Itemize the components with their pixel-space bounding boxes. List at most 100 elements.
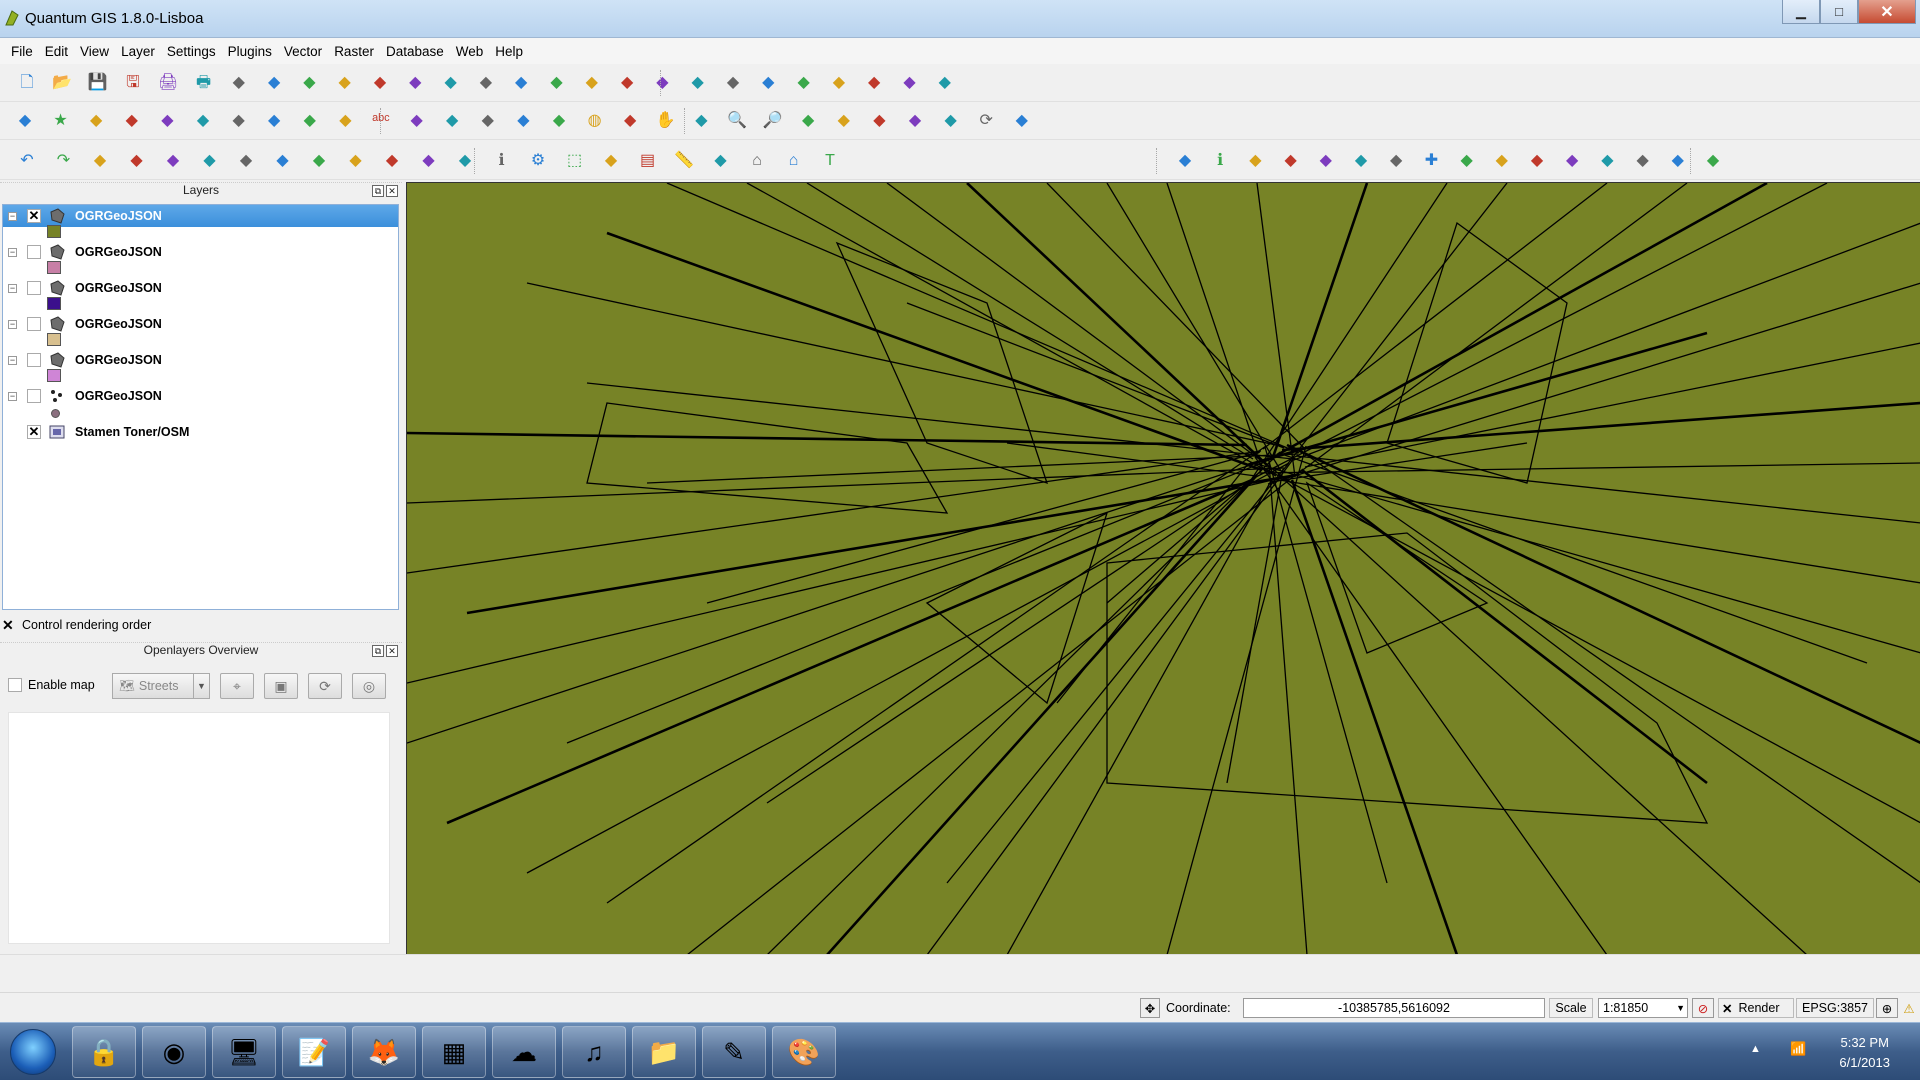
zoom-full-icon[interactable]: ◆ (797, 110, 819, 132)
cut-features-icon[interactable]: ◆ (863, 72, 885, 94)
add-raster-layer-icon[interactable]: ◆ (263, 72, 285, 94)
zoom-last-icon[interactable]: ◆ (904, 110, 926, 132)
collapse-icon[interactable]: − (8, 211, 17, 221)
network-icon[interactable]: 📶 (1790, 1041, 1806, 1057)
add-postgis-layer-icon[interactable]: ◆ (298, 72, 320, 94)
menu-database[interactable]: Database (380, 44, 450, 59)
rotate-label-icon[interactable]: ◆ (406, 110, 428, 132)
menu-raster[interactable]: Raster (328, 44, 380, 59)
add-mssql-layer-icon[interactable]: ◆ (369, 72, 391, 94)
move-label-icon[interactable]: ◆ (441, 110, 463, 132)
stop-render-button[interactable]: ⊘ (1692, 998, 1714, 1018)
remove-layer-icon[interactable]: ◆ (510, 72, 532, 94)
export-icon[interactable]: ◆ (1702, 150, 1724, 172)
layer-symbol-swatch[interactable] (47, 225, 61, 238)
gps-icon[interactable]: ◆ (1280, 150, 1302, 172)
select-icon[interactable]: ⬚ (564, 150, 586, 172)
ol-image-button[interactable]: ▣ (264, 673, 298, 699)
map-canvas[interactable] (406, 182, 1920, 954)
maximize-button[interactable]: □ (1820, 0, 1858, 24)
collapse-icon[interactable]: − (8, 391, 17, 401)
layer-symbol-swatch[interactable] (47, 369, 61, 382)
layer-visibility-checkbox[interactable]: ✕ (27, 425, 41, 439)
add-plugin-icon[interactable]: ✚ (1420, 150, 1442, 172)
menu-vector[interactable]: Vector (278, 44, 328, 59)
pan-icon[interactable]: ✋ (655, 110, 677, 132)
qgis-taskbar-button[interactable]: ✎ (702, 1026, 766, 1078)
digitize2-icon[interactable]: ◆ (156, 110, 178, 132)
start-button[interactable] (10, 1029, 56, 1075)
add-delimited-text-icon[interactable]: ◆ (581, 72, 603, 94)
delete-selected-icon[interactable]: ◆ (828, 72, 850, 94)
layer-symbol-swatch[interactable] (51, 409, 60, 418)
layer-symbol-swatch[interactable] (47, 333, 61, 346)
simplify-icon[interactable]: ◆ (334, 110, 356, 132)
split-parts-icon[interactable]: ◆ (345, 150, 367, 172)
add-oracle-layer-icon[interactable]: ◆ (616, 72, 638, 94)
render-checkbox[interactable]: ✕ (1722, 1001, 1732, 1016)
close-button[interactable]: ✕ (1858, 0, 1916, 24)
render-toggle[interactable]: ✕ Render (1718, 998, 1794, 1018)
paint-taskbar-button[interactable]: 🎨 (772, 1026, 836, 1078)
tray-expand-icon[interactable]: ▲ (1750, 1043, 1761, 1055)
collapse-icon[interactable]: − (8, 355, 17, 365)
itunes-taskbar-button[interactable]: ♫ (562, 1026, 626, 1078)
grass-icon[interactable]: ◆ (1491, 150, 1513, 172)
split-icon[interactable]: ◆ (228, 110, 250, 132)
paste-features-icon[interactable]: ◆ (934, 72, 956, 94)
keepass-taskbar-button[interactable]: 🔒 (72, 1026, 136, 1078)
home-icon[interactable]: ⌂ (746, 150, 768, 172)
coordinate-capture-icon[interactable]: ◆ (1315, 150, 1337, 172)
identify-icon[interactable]: ℹ (491, 150, 513, 172)
map-tips-icon[interactable]: ◆ (619, 110, 641, 132)
new-project-icon[interactable]: 🗋 (16, 72, 38, 94)
reshape-icon[interactable]: ◆ (192, 110, 214, 132)
print-composer-icon[interactable]: 🖨 (157, 72, 179, 94)
raster-calc-icon[interactable]: ◆ (1561, 150, 1583, 172)
new-shapefile-icon[interactable]: ◆ (475, 72, 497, 94)
add-wcs-layer-icon[interactable]: ◆ (440, 72, 462, 94)
annotation-icon[interactable]: ◆ (710, 150, 732, 172)
node-tool-icon[interactable]: ◆ (793, 72, 815, 94)
add-feature-icon[interactable]: ◆ (722, 72, 744, 94)
db-manager-icon[interactable]: ◆ (1174, 150, 1196, 172)
georef-icon[interactable]: ◆ (1244, 150, 1266, 172)
rotate-symbol-icon[interactable]: ◆ (454, 150, 476, 172)
layer-row[interactable]: − ✕ OGRGeoJSON (3, 205, 398, 227)
layer-visibility-checkbox[interactable] (27, 281, 41, 295)
info-icon[interactable]: ℹ (1209, 150, 1231, 172)
attribute-table-icon[interactable]: ▤ (637, 150, 659, 172)
layer-visibility-checkbox[interactable] (27, 317, 41, 331)
save-as-icon[interactable]: 🖫 (122, 72, 144, 94)
add-wfs-layer-icon[interactable]: ◆ (546, 72, 568, 94)
fill-ring-icon[interactable]: ◆ (162, 150, 184, 172)
openlayers-map-view[interactable] (8, 712, 390, 944)
close-panel-button[interactable]: ✕ (386, 185, 398, 197)
add-ring-icon[interactable]: ◆ (89, 150, 111, 172)
layer-tree[interactable]: − ✕ OGRGeoJSON − OGRGeoJSON − OGRGeoJSON − OGRGe… (2, 204, 399, 610)
zoom-out-icon[interactable]: 🔎 (762, 110, 784, 132)
minimize-button[interactable]: ▁ (1782, 0, 1820, 24)
float-ol-panel-button[interactable]: ⧉ (372, 645, 384, 657)
copy-features-icon[interactable]: ◆ (899, 72, 921, 94)
add-spatialite-layer-icon[interactable]: ◆ (334, 72, 356, 94)
enable-map-toggle[interactable]: Enable map (8, 678, 95, 692)
offset-icon[interactable]: ◆ (299, 110, 321, 132)
layer-symbol-swatch[interactable] (47, 297, 61, 310)
menu-web[interactable]: Web (450, 44, 490, 59)
redo-icon[interactable]: ↷ (53, 150, 75, 172)
star-icon[interactable]: ★ (50, 110, 72, 132)
spatial-query-icon[interactable]: ◆ (1632, 150, 1654, 172)
composer-manager-icon[interactable]: 🖶 (193, 72, 215, 94)
cloud-taskbar-button[interactable]: ☁ (492, 1026, 556, 1078)
menu-plugins[interactable]: Plugins (222, 44, 278, 59)
settings-icon[interactable]: ⚙ (527, 150, 549, 172)
clock[interactable]: 5:32 PM 6/1/2013 (1839, 1033, 1890, 1073)
firefox-taskbar-button[interactable]: 🦊 (352, 1026, 416, 1078)
toggle-editing-icon[interactable]: ◆ (651, 72, 673, 94)
ol-reset-button[interactable]: ◎ (352, 673, 386, 699)
capture-point-icon[interactable]: ◆ (14, 110, 36, 132)
menu-layer[interactable]: Layer (115, 44, 161, 59)
digitize-icon[interactable]: ◆ (121, 110, 143, 132)
road-graph-icon[interactable]: ◆ (1526, 150, 1548, 172)
